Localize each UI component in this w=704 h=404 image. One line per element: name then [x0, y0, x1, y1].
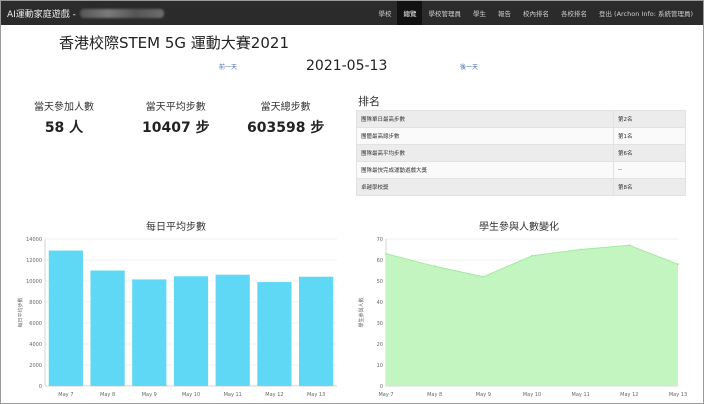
- ranking-position: 第1名: [613, 127, 686, 145]
- nav-item[interactable]: 校內排名: [517, 1, 555, 25]
- x-tick-label: May 8: [427, 392, 442, 398]
- bar[interactable]: [299, 276, 334, 386]
- avg-steps-bar-chart: 0 2000 4000 6000 8000 10000 12000 14000 每日平均步數 Ma…: [17, 237, 337, 398]
- nav-item[interactable]: 總覽: [397, 1, 423, 25]
- bar[interactable]: [215, 274, 250, 386]
- y-axis-label: 學生參與人數: [358, 297, 365, 327]
- participation-area-chart: 0 10 20 30 40 50 60 70 學生參與人數 May 7 May 8 May 9 May …: [358, 237, 687, 398]
- area-fill: [386, 245, 678, 386]
- table-row: 團隊單日最高步數 第2名: [356, 110, 686, 128]
- nav-item[interactable]: 學校管理員: [422, 1, 467, 25]
- y-tick-label: 0: [39, 384, 42, 390]
- stat-avg-steps-label: 當天平均步數: [145, 102, 206, 113]
- x-tick-label: May 7: [378, 392, 393, 398]
- nav-item[interactable]: 報告: [492, 1, 517, 25]
- y-tick-label: 30: [377, 321, 383, 327]
- bar[interactable]: [257, 282, 292, 386]
- table-row: 團體最高總步數 第1名: [356, 127, 686, 145]
- y-tick-label: 6000: [29, 321, 42, 327]
- bar[interactable]: [48, 250, 83, 386]
- x-tick-label: May 9: [476, 392, 491, 398]
- stat-participants: 當天參加人數 58 人: [34, 98, 94, 137]
- data-point[interactable]: [385, 252, 387, 255]
- y-tick-label: 10: [377, 363, 383, 369]
- brand-title: AI運動家庭遊戲 -: [7, 9, 76, 20]
- data-point[interactable]: [677, 263, 679, 266]
- stat-total-steps-value: 603598 步: [247, 120, 325, 136]
- x-tick-label: May 12: [620, 392, 638, 398]
- ranking-position: --: [613, 161, 686, 179]
- x-tick-label: May 12: [265, 392, 283, 398]
- redacted-school-name: [79, 8, 164, 18]
- stat-participants-label: 當天參加人數: [34, 102, 94, 113]
- y-tick-label: 14000: [26, 237, 42, 243]
- data-point[interactable]: [433, 265, 436, 268]
- y-tick-label: 12000: [26, 258, 42, 264]
- data-point[interactable]: [482, 275, 485, 278]
- ranking-position: 第2名: [613, 110, 686, 128]
- current-date: 2021-05-13: [306, 58, 388, 74]
- page-title: 香港校際STEM 5G 運動大賽2021: [59, 34, 289, 52]
- ranking-table: 團隊單日最高步數 第2名 團體最高總步數 第1名 團隊最高平均步數 第6名 團隊…: [356, 110, 686, 196]
- x-tick-label: May 10: [182, 392, 200, 398]
- x-tick-label: May 13: [669, 392, 687, 398]
- ranking-position: 第6名: [613, 144, 686, 162]
- app-window: AI運動家庭遊戲 - 學校 總覽 學校管理員 學生 報告 校內排名 各校排名 登出 (Arch…: [0, 0, 704, 404]
- y-tick-label: 0: [380, 384, 383, 390]
- x-tick-label: May 11: [572, 392, 590, 398]
- y-tick-label: 40: [377, 300, 383, 306]
- bar[interactable]: [173, 276, 209, 386]
- stat-total-steps-label: 當天總步數: [260, 102, 311, 113]
- ranking-category: 團體最高總步數: [356, 127, 614, 145]
- x-tick-label: May 10: [523, 392, 541, 398]
- nav-item[interactable]: 登出 (Archon Info: 系統管理員): [593, 1, 699, 25]
- table-row: 團隊最高平均步數 第6名: [356, 144, 686, 162]
- prev-day-link[interactable]: 前一天: [219, 62, 237, 71]
- y-tick-label: 8000: [29, 300, 42, 306]
- data-point[interactable]: [531, 254, 533, 257]
- table-row: 團隊最快完成運動遊戲大獎 --: [356, 161, 686, 179]
- data-point[interactable]: [579, 248, 582, 251]
- bar[interactable]: [132, 279, 167, 386]
- data-point[interactable]: [628, 244, 631, 247]
- y-tick-label: 60: [377, 258, 383, 264]
- table-row: 卓越學校獎 第8名: [356, 178, 686, 196]
- x-tick-label: May 13: [307, 392, 325, 398]
- y-tick-label: 20: [377, 342, 383, 348]
- next-day-link[interactable]: 後一天: [460, 62, 478, 71]
- brand[interactable]: AI運動家庭遊戲 -: [1, 7, 164, 20]
- nav-item[interactable]: 學生: [467, 1, 492, 25]
- y-tick-label: 2000: [29, 363, 42, 369]
- ranking-position: 第8名: [613, 178, 686, 196]
- bar[interactable]: [90, 270, 125, 387]
- x-tick-label: May 9: [142, 392, 157, 398]
- stat-total-steps: 當天總步數 603598 步: [247, 98, 324, 137]
- ranking-category: 團隊最高平均步數: [356, 144, 614, 162]
- x-tick-label: May 7: [58, 392, 73, 398]
- x-tick-label: May 11: [224, 392, 242, 398]
- y-tick-label: 50: [377, 279, 383, 285]
- nav-menu: 學校 總覽 學校管理員 學生 報告 校內排名 各校排名 登出 (Archon Info: 系統…: [372, 1, 699, 25]
- y-axis-label: 每日平均步數: [17, 297, 24, 327]
- y-tick-label: 4000: [29, 342, 42, 348]
- stat-avg-steps-value: 10407 步: [142, 120, 210, 136]
- stat-participants-value: 58 人: [44, 120, 84, 136]
- steps-chart-title: 每日平均步數: [146, 222, 206, 233]
- participation-chart-title: 學生參與人數變化: [479, 222, 559, 233]
- nav-item[interactable]: 各校排名: [555, 1, 593, 25]
- x-tick-label: May 8: [100, 392, 115, 398]
- top-navbar: AI運動家庭遊戲 - 學校 總覽 學校管理員 學生 報告 校內排名 各校排名 登出 (Arch…: [1, 1, 703, 25]
- y-tick-label: 70: [377, 237, 383, 243]
- nav-item[interactable]: 學校: [372, 1, 397, 25]
- ranking-category: 團隊最快完成運動遊戲大獎: [356, 161, 614, 179]
- ranking-title: 排名: [358, 95, 380, 108]
- ranking-category: 團隊單日最高步數: [356, 110, 614, 128]
- y-tick-label: 10000: [26, 279, 42, 285]
- stat-avg-steps: 當天平均步數 10407 步: [142, 98, 210, 137]
- ranking-category: 卓越學校獎: [356, 178, 614, 196]
